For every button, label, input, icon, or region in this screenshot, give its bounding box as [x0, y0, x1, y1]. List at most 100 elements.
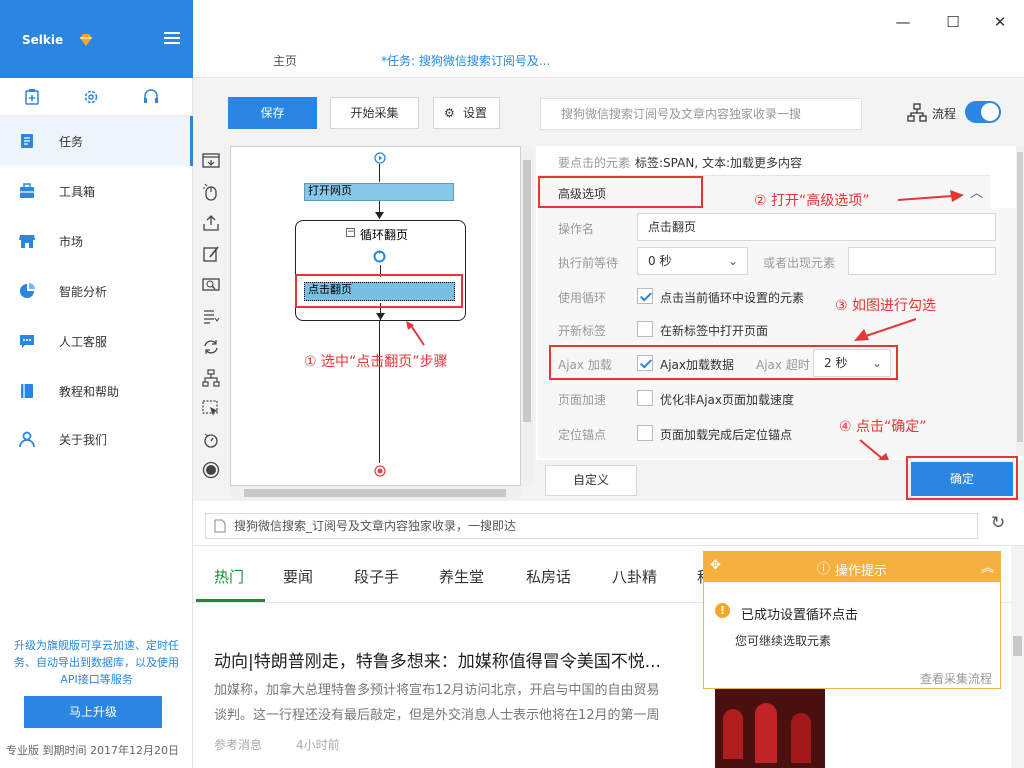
anchor-checkbox[interactable] [637, 425, 653, 441]
flow-connector [379, 321, 380, 463]
close-icon[interactable]: ✕ [990, 12, 1010, 32]
article-source: 参考消息 [214, 738, 263, 752]
article-thumbnail[interactable] [715, 689, 825, 768]
condition-tool-icon[interactable] [202, 369, 220, 387]
sidebar-item-about[interactable]: 关于我们 [0, 414, 193, 464]
upgrade-button[interactable]: 马上升级 [24, 696, 162, 728]
use-loop-checkbox[interactable] [637, 288, 653, 304]
upgrade-promo-text: 升级为旗舰版可享云加速、定时任务、自动导出到数据库，以及使用API接口等服务 [14, 639, 179, 686]
sidebar-item-label: 教程和帮助 [59, 385, 120, 399]
web-tab-health[interactable]: 养生堂 [439, 566, 484, 587]
chevron-down-icon: ⌄ [728, 254, 739, 268]
wait-before-select[interactable]: 0 秒 ⌄ [637, 247, 748, 275]
sidebar-item-task[interactable]: 任务 [0, 116, 193, 166]
flow-step-open-page[interactable]: 打开网页 [304, 183, 454, 201]
input-text-tool-icon[interactable] [202, 245, 220, 263]
page-speedup-checkbox[interactable] [637, 390, 653, 406]
or-element-appears-input[interactable] [848, 247, 996, 275]
canvas-horizontal-scrollbar[interactable] [230, 486, 521, 500]
book-icon [21, 384, 33, 398]
settings-button[interactable]: ⚙ 设置 [433, 97, 500, 129]
view-flow-link[interactable]: 查看采集流程 [920, 670, 992, 687]
settings-label: 设置 [463, 106, 488, 120]
clipboard-add-icon[interactable] [23, 88, 41, 106]
sidebar-item-service[interactable]: 人工客服 [0, 316, 193, 366]
op-name-input[interactable]: 点击翻页 [637, 213, 996, 241]
headset-icon[interactable] [142, 88, 160, 106]
task-name-field[interactable]: 搜狗微信搜索订阅号及文章内容独家收录一搜 [540, 98, 862, 130]
start-collect-button[interactable]: 开始采集 [330, 97, 419, 129]
loop-tool-icon[interactable] [202, 338, 220, 356]
maximize-icon[interactable]: ☐ [943, 12, 963, 32]
switch-dropdown-icon[interactable] [202, 307, 220, 325]
web-tab-private[interactable]: 私房话 [526, 566, 571, 587]
properties-scrollbar[interactable] [1016, 146, 1024, 456]
ajax-load-checkbox[interactable] [637, 355, 653, 371]
address-text: 搜狗微信搜索_订阅号及文章内容独家收录，一搜即达 [234, 519, 517, 533]
hint-message: 已成功设置循环点击 [741, 608, 859, 623]
highlight-advanced-options [538, 176, 703, 208]
web-tab-news[interactable]: 要闻 [283, 566, 313, 587]
page-scrollbar[interactable] [1011, 546, 1024, 768]
toolbar: 保存 开始采集 ⚙ 设置 搜狗微信搜索订阅号及文章内容独家收录一搜 流程 [193, 78, 1024, 146]
click-tool-icon[interactable] [202, 183, 220, 201]
web-tab-gossip[interactable]: 八卦精 [612, 566, 657, 587]
loop-icon [373, 250, 386, 263]
tab-task[interactable]: *任务: 搜狗微信搜索订阅号及... [381, 52, 550, 69]
flow-start-icon [374, 152, 386, 164]
ajax-load-text: Ajax加载数据 [660, 358, 734, 372]
ajax-timeout-select[interactable]: 2 秒 ⌄ [813, 349, 891, 377]
sidebar-item-label: 人工客服 [59, 335, 108, 349]
annotation-arrow [406, 321, 425, 346]
article-headline[interactable]: 动向|特朗普刚走，特鲁多想来：加媒称值得冒令美国不悦... [214, 647, 661, 672]
annotation-step1: ① 选中“点击翻页”步骤 [304, 354, 448, 370]
wait-tool-icon[interactable] [202, 431, 220, 449]
recognize-captcha-icon[interactable] [202, 276, 220, 294]
hint-header[interactable]: ✥ ⓘ 操作提示 ︽ [704, 552, 1000, 582]
gear-icon[interactable] [82, 88, 100, 106]
stop-tool-icon[interactable] [202, 461, 220, 479]
new-tab-checkbox[interactable] [637, 321, 653, 337]
collapse-up-icon[interactable]: ︽ [981, 557, 994, 576]
annotation-step4: ④ 点击“确定” [839, 419, 927, 435]
step-tool-strip [193, 146, 229, 501]
sidebar-item-market[interactable]: 市场 [0, 216, 193, 266]
browser-address-bar: 搜狗微信搜索_订阅号及文章内容独家收录，一搜即达 ↻ [193, 506, 1024, 546]
properties-panel: 要点击的元素 标签:SPAN, 文本:加载更多内容 高级选项 ︿ ② 打开“高级… [536, 146, 1024, 501]
task-icon [21, 134, 33, 148]
save-button[interactable]: 保存 [228, 97, 317, 129]
minimize-icon[interactable]: — [893, 12, 913, 32]
flow-toggle[interactable] [965, 101, 1001, 123]
web-tab-jokes[interactable]: 段子手 [354, 566, 399, 587]
hamburger-menu-icon[interactable] [164, 32, 180, 46]
canvas-vertical-scrollbar[interactable] [521, 146, 533, 486]
move-icon[interactable]: ✥ [710, 558, 721, 573]
hint-sub: 您可继续选取元素 [735, 634, 832, 648]
address-field[interactable]: 搜狗微信搜索_订阅号及文章内容独家收录，一搜即达 [205, 513, 978, 539]
chevron-up-icon[interactable]: ︿ [970, 182, 983, 201]
web-tab-hot[interactable]: 热门 [214, 566, 244, 587]
info-icon: ⓘ [817, 562, 831, 577]
chevron-down-icon: ⌄ [872, 356, 883, 370]
refresh-icon[interactable]: ↻ [991, 513, 1005, 533]
ajax-load-label: Ajax 加载 [558, 358, 612, 372]
operation-hint-popup: ✥ ⓘ 操作提示 ︽ ! 已成功设置循环点击 您可继续选取元素 查看采集流程 [703, 551, 1001, 689]
warning-icon: ! [715, 603, 730, 618]
sidebar-item-analysis[interactable]: 智能分析 [0, 266, 193, 316]
extract-tool-icon[interactable] [202, 214, 220, 232]
sidebar-item-help[interactable]: 教程和帮助 [0, 366, 193, 416]
custom-button[interactable]: 自定义 [545, 465, 637, 496]
arrow-down-icon [376, 313, 385, 320]
collapse-icon[interactable]: − [346, 228, 355, 237]
new-tab-text: 在新标签中打开页面 [660, 324, 769, 338]
target-element-label: 要点击的元素 [558, 156, 631, 170]
confirm-button[interactable]: 确定 [911, 462, 1013, 496]
open-page-tool-icon[interactable] [202, 152, 220, 170]
tab-home[interactable]: 主页 [273, 52, 297, 69]
flow-canvas[interactable]: 打开网页 − 循环翻页 点击翻页 [230, 146, 521, 486]
mouse-hover-icon[interactable] [202, 400, 220, 418]
sidebar-item-toolbox[interactable]: 工具箱 [0, 166, 193, 216]
sidebar: Selkie 任务 工具箱 市场 智能分析 人工客服 教程和帮助 关于我们 升级… [0, 0, 193, 768]
annotation-arrow [898, 190, 964, 202]
title-bar: — ☐ ✕ 主页 *任务: 搜狗微信搜索订阅号及... [193, 0, 1024, 78]
